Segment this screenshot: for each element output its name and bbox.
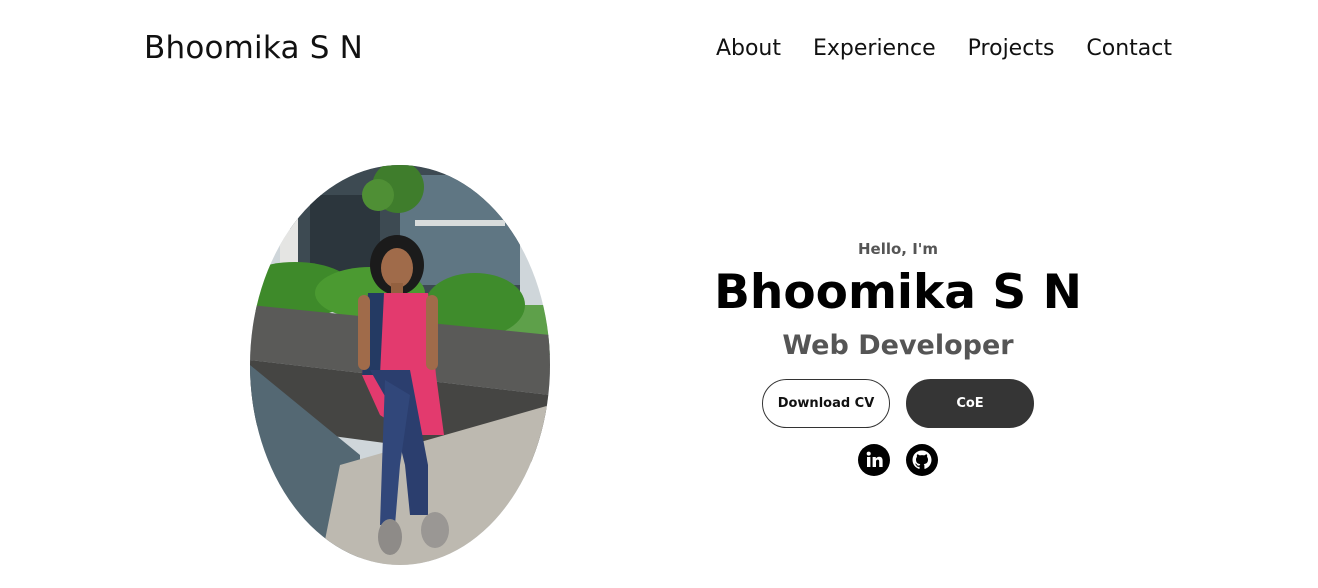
social-links xyxy=(700,444,1096,476)
download-cv-button[interactable]: Download CV xyxy=(762,379,890,428)
linkedin-icon[interactable] xyxy=(858,444,890,476)
hero-name: Bhoomika S N xyxy=(714,265,1082,320)
hero-section: Hello, I'm Bhoomika S N Web Developer Do… xyxy=(700,240,1096,476)
profile-photo xyxy=(250,165,550,565)
hero-buttons: Download CV CoE xyxy=(700,379,1096,428)
hero-greeting: Hello, I'm xyxy=(857,240,939,258)
page: Bhoomika S N About Experience Projects C… xyxy=(0,0,1318,588)
main-nav: About Experience Projects Contact xyxy=(716,36,1172,61)
nav-experience[interactable]: Experience xyxy=(813,36,936,61)
github-icon[interactable] xyxy=(906,444,938,476)
nav-contact[interactable]: Contact xyxy=(1086,36,1172,61)
coe-button[interactable]: CoE xyxy=(906,379,1034,428)
hero-role: Web Developer xyxy=(782,330,1014,361)
nav-about[interactable]: About xyxy=(716,36,781,61)
site-logo[interactable]: Bhoomika S N xyxy=(144,30,363,66)
nav-projects[interactable]: Projects xyxy=(968,36,1055,61)
